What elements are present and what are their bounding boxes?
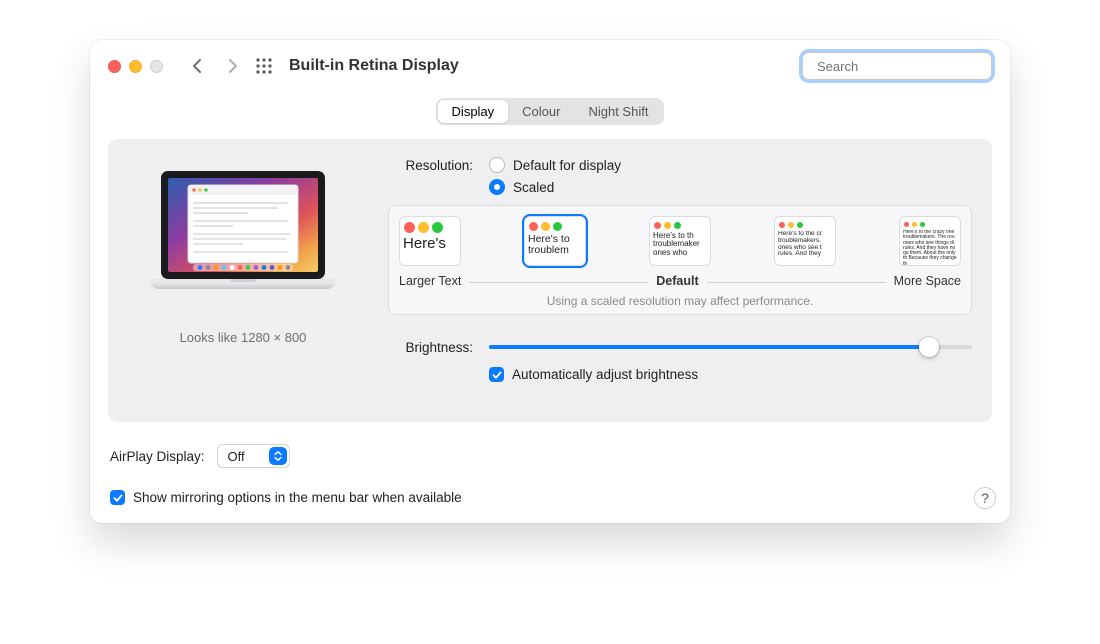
mirroring-label: Show mirroring options in the menu bar w… [133,490,462,505]
scale-option-4[interactable]: Here's to the cr troublemakers. ones who… [774,216,836,266]
scale-option-block: Here's Here's to troublem Here's to th tro… [388,205,972,315]
help-button[interactable]: ? [974,487,996,509]
resolution-scaled-radio[interactable]: Scaled [489,179,621,195]
scale-performance-note: Using a scaled resolution may affect per… [395,294,965,308]
scale-default-label: Default [656,274,698,288]
search-input[interactable] [817,59,993,74]
display-preview-image [128,167,358,312]
forward-button[interactable] [227,58,239,74]
airplay-select[interactable]: Off [217,444,290,468]
select-arrows-icon [269,447,287,465]
resolution-default-radio[interactable]: Default for display [489,157,621,173]
preview-caption: Looks like 1280 × 800 [128,330,358,345]
resolution-label: Resolution: [388,157,473,173]
bottom-area: AirPlay Display: Off Show mirroring opti… [90,422,1010,523]
scale-option-2[interactable]: Here's to troublem [524,216,586,266]
close-icon[interactable] [108,60,121,73]
airplay-label: AirPlay Display: [110,449,205,464]
tab-bar: Display Colour Night Shift [90,90,1010,139]
scale-rule-left [469,282,648,283]
auto-brightness-checkbox[interactable] [489,367,504,382]
scale-option-5[interactable]: Here's to the crazy one troublemakers. T… [899,216,961,266]
preferences-window: Built-in Retina Display Display Colour N… [90,40,1010,523]
brightness-slider[interactable] [489,337,972,357]
radio-label: Default for display [513,158,621,173]
page-title: Built-in Retina Display [289,57,459,75]
display-panel: Looks like 1280 × 800 Resolution: Defaul… [108,139,992,422]
tab-colour[interactable]: Colour [508,100,574,123]
show-all-button[interactable] [255,57,273,75]
auto-brightness-label: Automatically adjust brightness [512,367,698,382]
tab-display[interactable]: Display [438,100,509,123]
scale-more-space-label: More Space [894,274,961,288]
nav-arrows [191,58,239,74]
tab-night-shift[interactable]: Night Shift [574,100,662,123]
scale-larger-text-label: Larger Text [399,274,461,288]
traffic-lights [108,60,163,73]
scale-option-1[interactable]: Here's [399,216,461,266]
zoom-icon[interactable] [150,60,163,73]
minimize-icon[interactable] [129,60,142,73]
toolbar: Built-in Retina Display [90,40,1010,90]
scale-rule-right [707,282,886,283]
scale-option-3[interactable]: Here's to th troublemaker ones who [649,216,711,266]
brightness-label: Brightness: [388,339,473,355]
airplay-value: Off [228,449,245,464]
back-button[interactable] [191,58,203,74]
search-field[interactable] [802,52,992,80]
radio-label: Scaled [513,180,554,195]
brightness-slider-knob[interactable] [919,337,939,357]
mirroring-checkbox[interactable] [110,490,125,505]
